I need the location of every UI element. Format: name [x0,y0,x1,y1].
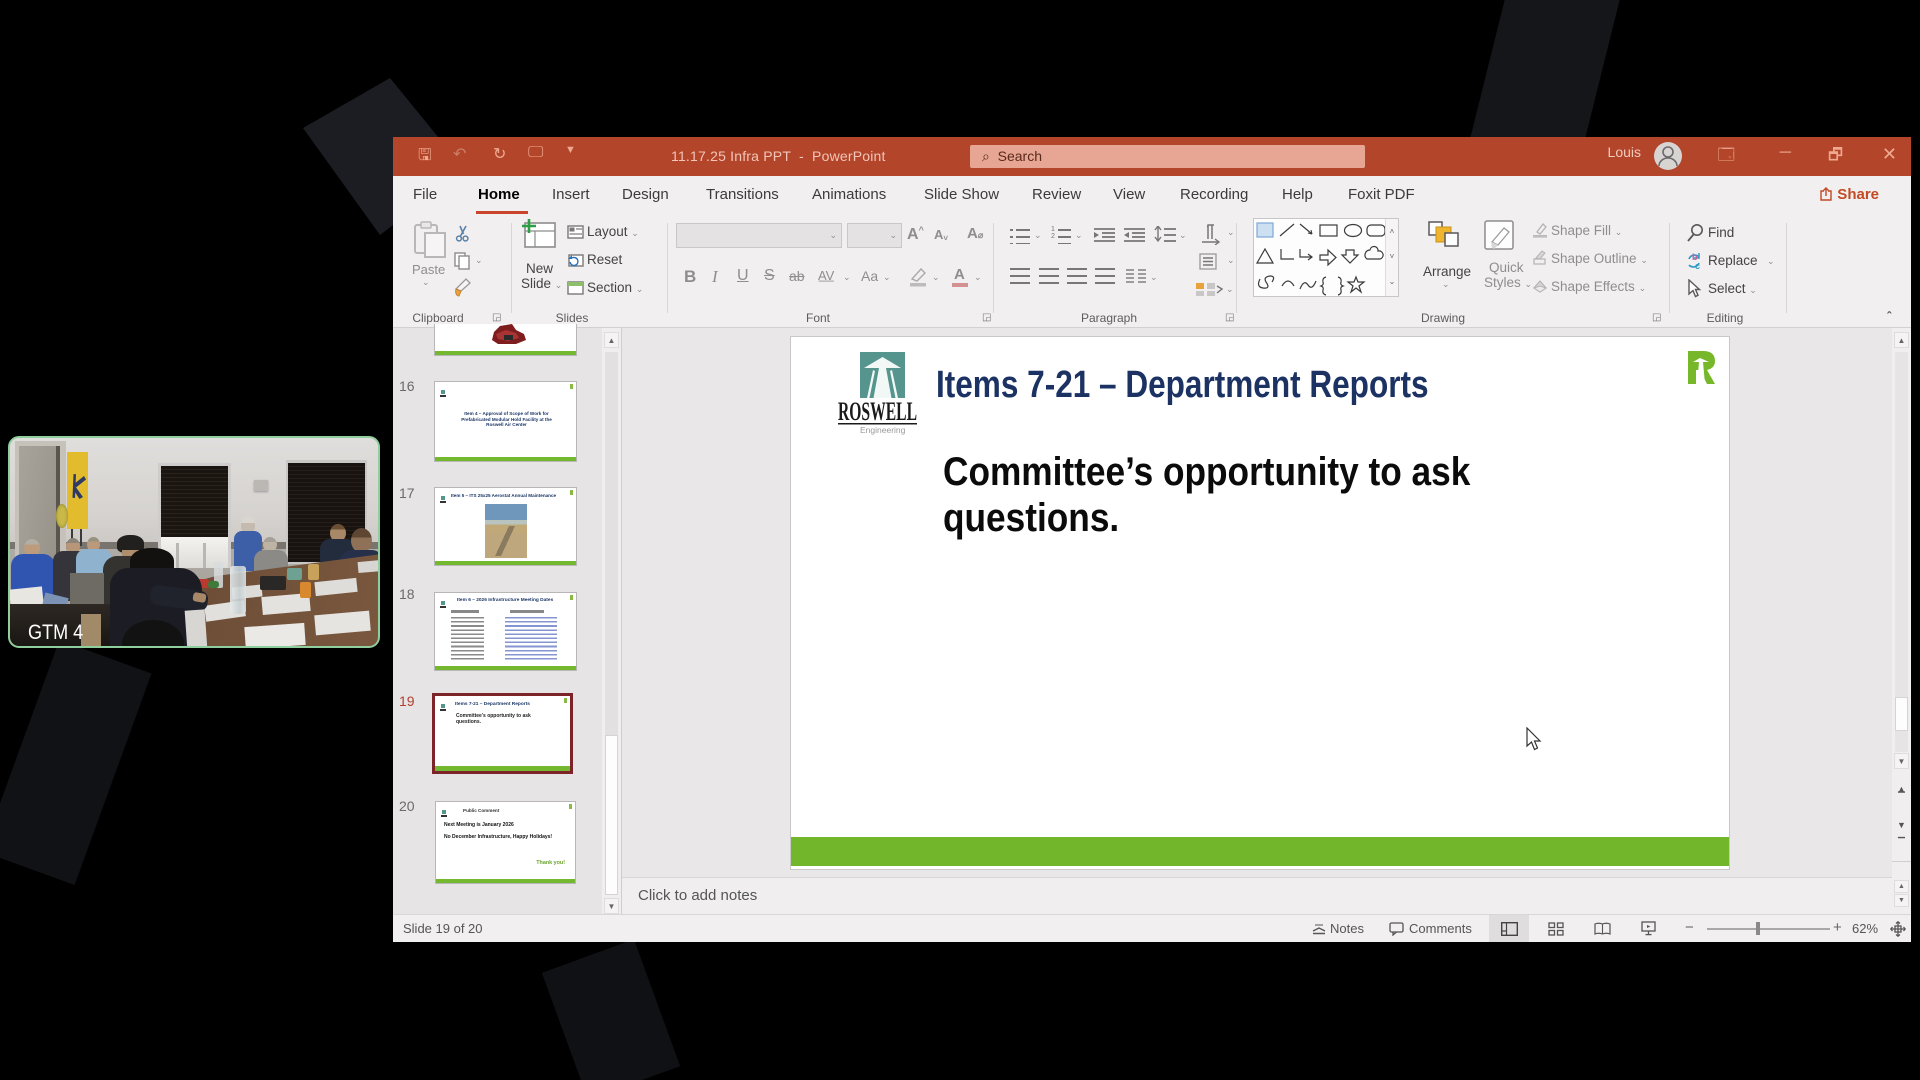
svg-text:ROSWELL: ROSWELL [838,397,917,426]
svg-text:c: c [1695,261,1700,271]
svg-text:Engineering: Engineering [860,425,906,435]
